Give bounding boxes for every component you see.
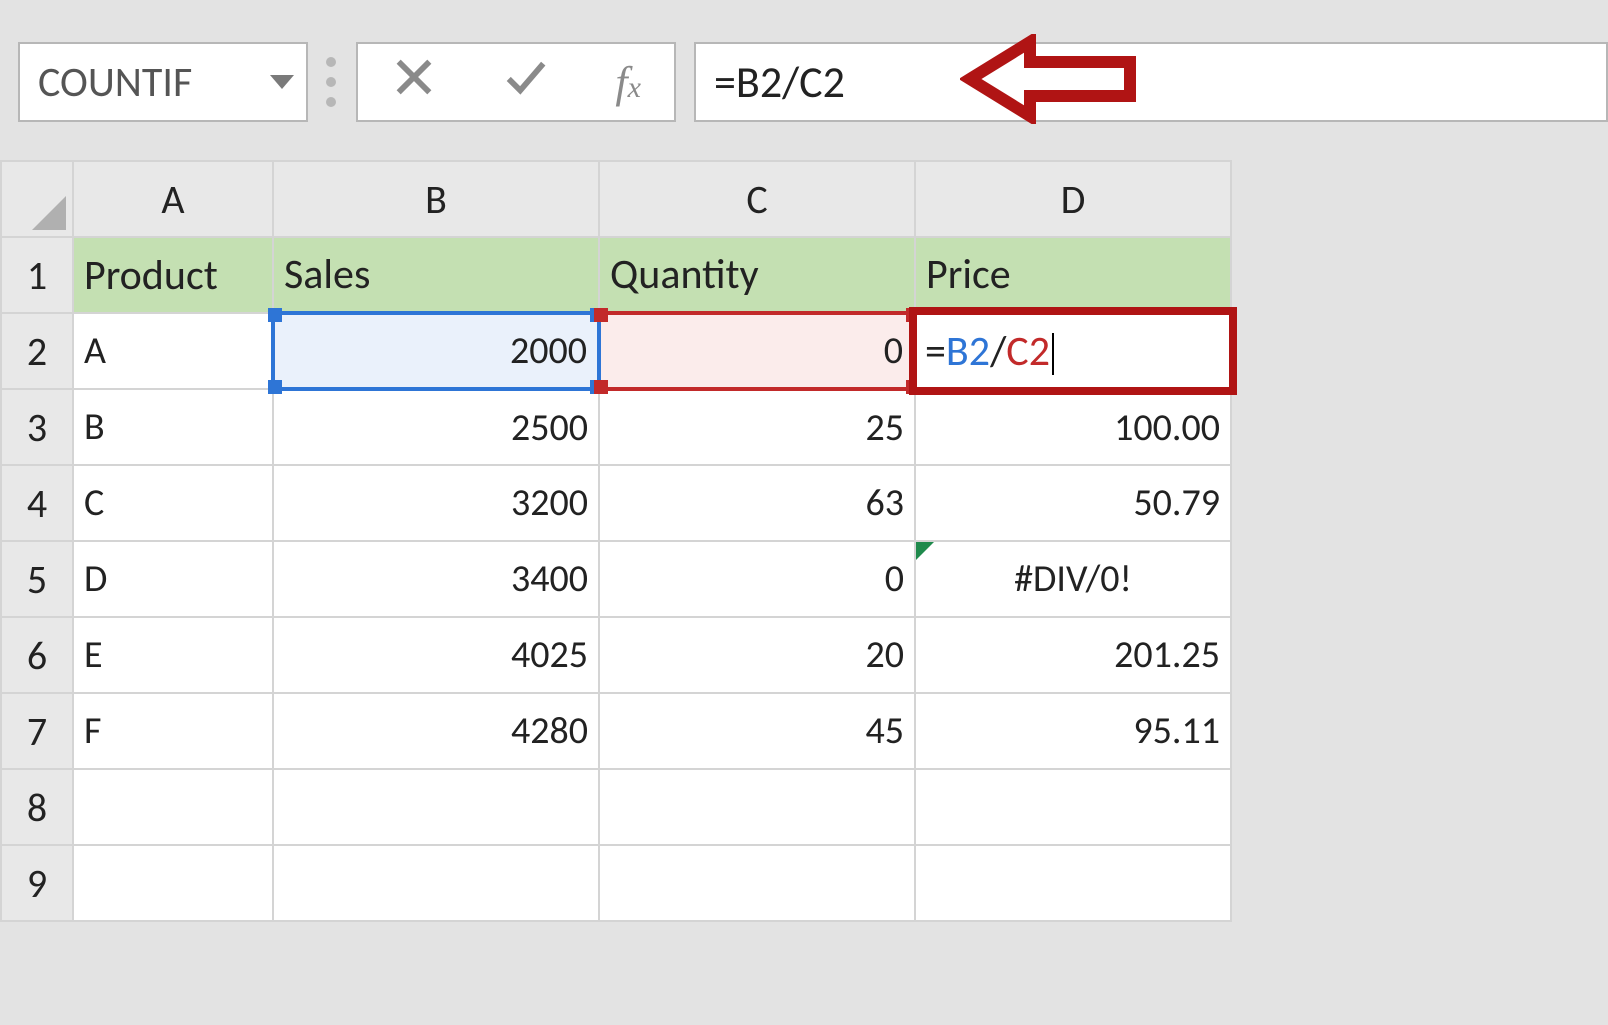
cell-a8[interactable]	[73, 769, 273, 845]
cancel-icon[interactable]	[391, 54, 437, 111]
cell-d3[interactable]: 100.00	[915, 389, 1231, 465]
row-2: 2 A 2000 0 =B2/C2	[1, 313, 1231, 389]
cell-a4[interactable]: C	[73, 465, 273, 541]
row-8: 8	[1, 769, 1231, 845]
select-all-corner[interactable]	[1, 161, 73, 237]
cell-d9[interactable]	[915, 845, 1231, 921]
col-header-d[interactable]: D	[915, 161, 1231, 237]
cell-c8[interactable]	[599, 769, 915, 845]
col-header-b[interactable]: B	[273, 161, 599, 237]
cell-d7[interactable]: 95.11	[915, 693, 1231, 769]
row-header[interactable]: 8	[1, 769, 73, 845]
cell-b6[interactable]: 4025	[273, 617, 599, 693]
row-6: 6 E 4025 20 201.25	[1, 617, 1231, 693]
formula-ref-b2: B2	[946, 326, 990, 377]
row-header[interactable]: 4	[1, 465, 73, 541]
col-header-c[interactable]: C	[599, 161, 915, 237]
cell-c9[interactable]	[599, 845, 915, 921]
formula-bar-drag-handle[interactable]	[326, 42, 338, 122]
cell-d5-error[interactable]: #DIV/0!	[915, 541, 1231, 617]
row-1: 1 Product Sales Quantity Price	[1, 237, 1231, 313]
cell-c7[interactable]: 45	[599, 693, 915, 769]
cell-a7[interactable]: F	[73, 693, 273, 769]
cell-c3[interactable]: 25	[599, 389, 915, 465]
formula-bar-actions: fx	[356, 42, 676, 122]
formula-input-value: =B2/C2	[714, 55, 845, 109]
cell-b7[interactable]: 4280	[273, 693, 599, 769]
cell-b8[interactable]	[273, 769, 599, 845]
chevron-down-icon[interactable]	[270, 75, 294, 89]
cell-a2[interactable]: A	[73, 313, 273, 389]
row-4: 4 C 3200 63 50.79	[1, 465, 1231, 541]
row-7: 7 F 4280 45 95.11	[1, 693, 1231, 769]
col-header-a[interactable]: A	[73, 161, 273, 237]
cell-d1[interactable]: Price	[915, 237, 1231, 313]
cell-value: 0	[884, 328, 903, 374]
cell-c1[interactable]: Quantity	[599, 237, 915, 313]
cell-b1[interactable]: Sales	[273, 237, 599, 313]
cell-d2-editing[interactable]: =B2/C2	[915, 313, 1231, 389]
row-5: 5 D 3400 0 #DIV/0!	[1, 541, 1231, 617]
formula-prefix: =	[925, 326, 946, 377]
cell-a9[interactable]	[73, 845, 273, 921]
cell-c5[interactable]: 0	[599, 541, 915, 617]
cell-c6[interactable]: 20	[599, 617, 915, 693]
row-header[interactable]: 9	[1, 845, 73, 921]
grid[interactable]: A B C D 1 Product Sales Quantity Price 2…	[0, 160, 1233, 922]
row-header[interactable]: 2	[1, 313, 73, 389]
worksheet[interactable]: A B C D 1 Product Sales Quantity Price 2…	[0, 160, 1230, 922]
cell-a3[interactable]: B	[73, 389, 273, 465]
row-header[interactable]: 1	[1, 237, 73, 313]
cell-c4[interactable]: 63	[599, 465, 915, 541]
row-3: 3 B 2500 25 100.00	[1, 389, 1231, 465]
row-header[interactable]: 3	[1, 389, 73, 465]
row-9: 9	[1, 845, 1231, 921]
cell-b2[interactable]: 2000	[273, 313, 599, 389]
name-box[interactable]: COUNTIF	[18, 42, 308, 122]
formula-sep: /	[990, 326, 1006, 377]
cell-a1[interactable]: Product	[73, 237, 273, 313]
cell-a5[interactable]: D	[73, 541, 273, 617]
row-header[interactable]: 7	[1, 693, 73, 769]
cell-a6[interactable]: E	[73, 617, 273, 693]
formula-bar: COUNTIF fx =B2/C2	[18, 42, 1608, 122]
column-header-row: A B C D	[1, 161, 1231, 237]
cell-d4[interactable]: 50.79	[915, 465, 1231, 541]
cell-b3[interactable]: 2500	[273, 389, 599, 465]
insert-function-icon[interactable]: fx	[615, 57, 641, 108]
row-header[interactable]: 5	[1, 541, 73, 617]
cell-c2[interactable]: 0	[599, 313, 915, 389]
cell-d8[interactable]	[915, 769, 1231, 845]
cell-value: 2000	[510, 328, 587, 374]
cell-b5[interactable]: 3400	[273, 541, 599, 617]
cell-d6[interactable]: 201.25	[915, 617, 1231, 693]
name-box-value: COUNTIF	[38, 57, 192, 108]
confirm-icon[interactable]	[503, 54, 549, 111]
formula-input[interactable]: =B2/C2	[694, 42, 1608, 122]
cell-b9[interactable]	[273, 845, 599, 921]
row-header[interactable]: 6	[1, 617, 73, 693]
cell-b4[interactable]: 3200	[273, 465, 599, 541]
text-cursor	[1052, 333, 1054, 375]
formula-ref-c2: C2	[1006, 326, 1050, 377]
